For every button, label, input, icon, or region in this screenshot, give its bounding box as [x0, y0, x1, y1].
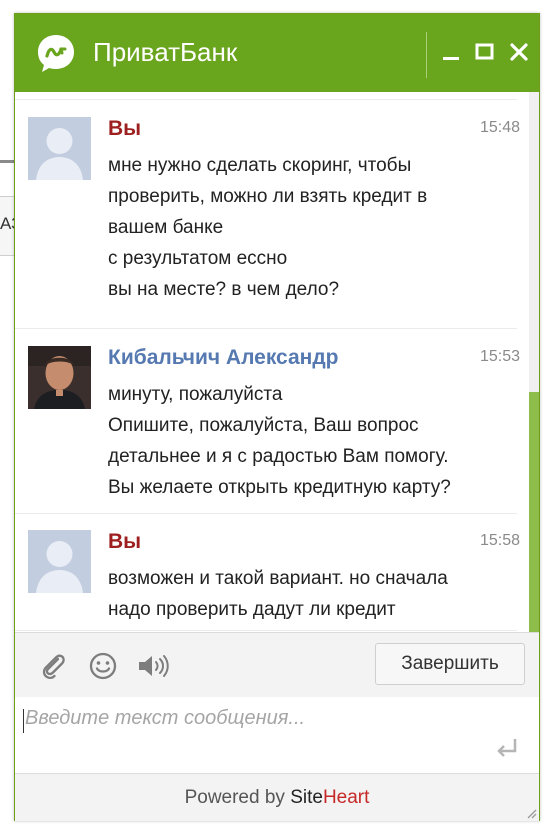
window-title: ПриватБанк — [93, 37, 238, 67]
message-divider — [15, 99, 517, 100]
message-line: с результатом ессно — [108, 248, 288, 269]
message-author: Вы — [108, 117, 142, 140]
message-time: 15:53 — [479, 348, 520, 365]
message-text: минуту, пожалуйста Опишите, пожалуйста, … — [108, 379, 528, 503]
footer-brand-main[interactable]: Site — [290, 787, 323, 808]
resize-grip-icon[interactable] — [525, 807, 537, 819]
message-line: возможен и такой вариант. но сначала — [108, 568, 448, 589]
scrollbar-track[interactable] — [529, 92, 539, 632]
smiley-icon[interactable] — [88, 651, 118, 681]
default-avatar-icon — [28, 530, 91, 593]
message-input-area — [15, 697, 539, 773]
enter-icon[interactable] — [493, 735, 521, 759]
message-author: Кибальчич Александр — [108, 346, 339, 369]
message-text: мне нужно сделать скоринг, чтобы провери… — [108, 150, 528, 305]
footer-prefix: Powered by — [184, 787, 291, 808]
message-divider — [15, 630, 517, 631]
message-list[interactable]: Вы 15:48 мне нужно сделать скоринг, чтоб… — [15, 92, 539, 632]
message-line: надо проверить дадут ли кредит — [108, 599, 396, 620]
message-divider — [15, 513, 517, 514]
background-divider — [0, 160, 14, 163]
message-line: проверить, можно ли взять кредит в — [108, 186, 428, 207]
message-divider — [15, 328, 517, 329]
message-line: Опишите, пожалуйста, Ваш вопрос — [108, 415, 419, 436]
speaker-icon[interactable] — [136, 651, 170, 681]
message-line: минуту, пожалуйста — [108, 384, 283, 405]
end-chat-button[interactable]: Завершить — [375, 643, 525, 685]
message-line: Вы желаете открыть кредитную карту? — [108, 477, 451, 498]
message-line: детальнее и я с радостью Вам помогу. — [108, 446, 449, 467]
privatbank-logo-icon — [38, 35, 74, 72]
message-line: вашем банке — [108, 217, 224, 238]
footer-brand-accent[interactable]: Heart — [323, 787, 369, 808]
minimize-icon[interactable] — [440, 40, 464, 64]
message-line: вы на месте? в чем дело? — [108, 279, 340, 300]
message-text: возможен и такой вариант. но сначала над… — [108, 563, 528, 625]
scrollbar-thumb[interactable] — [529, 392, 539, 632]
message-line: мне нужно сделать скоринг, чтобы — [108, 155, 412, 176]
message-item: Кибальчич Александр 15:53 минуту, пожалу… — [28, 346, 520, 506]
default-avatar-icon — [28, 117, 91, 180]
text-caret — [23, 709, 24, 733]
message-time: 15:58 — [479, 532, 520, 549]
paperclip-icon[interactable] — [38, 651, 68, 681]
close-icon[interactable] — [507, 40, 531, 64]
maximize-icon[interactable] — [473, 40, 497, 64]
message-time: 15:48 — [479, 119, 520, 136]
message-author: Вы — [108, 530, 142, 553]
chat-toolbar: Завершить — [15, 632, 539, 698]
agent-photo-avatar — [28, 346, 91, 409]
chat-window: ПриватБанк Вы 15:48 мне нужно сделать ск… — [14, 13, 540, 821]
powered-by-footer: Powered by SiteHeart — [15, 773, 539, 821]
message-input[interactable] — [23, 705, 497, 765]
titlebar-divider — [426, 32, 427, 78]
message-item: Вы 15:48 мне нужно сделать скоринг, чтоб… — [28, 117, 520, 307]
message-item: Вы 15:58 возможен и такой вариант. но сн… — [28, 530, 520, 630]
titlebar[interactable]: ПриватБанк — [15, 14, 539, 92]
